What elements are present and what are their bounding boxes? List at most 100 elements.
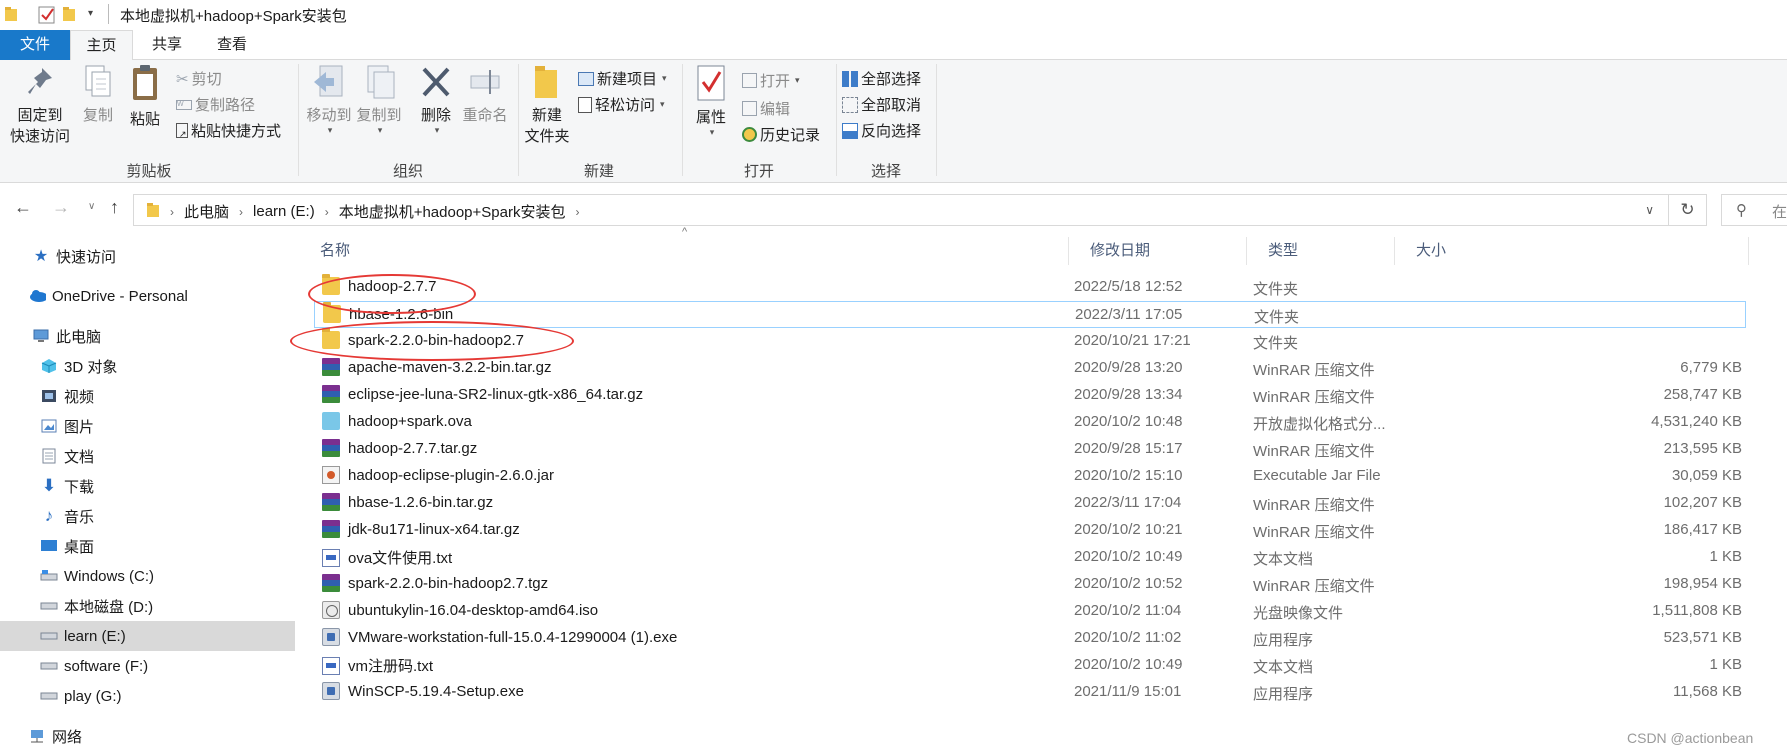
breadcrumb-chevron-icon[interactable]: ›	[575, 205, 579, 219]
file-size: 523,571 KB	[1663, 629, 1742, 646]
winrar-icon	[322, 520, 340, 538]
chevron-down-icon: ▾	[709, 127, 715, 137]
file-row[interactable]: apache-maven-3.2.2-bin.tar.gz 2020/9/28 1…	[314, 355, 1746, 382]
invert-selection-icon	[842, 122, 858, 139]
copy-path-button[interactable]: W 复制路径	[176, 94, 255, 115]
column-separator[interactable]	[1748, 237, 1749, 265]
up-arrow-icon[interactable]: ↑	[110, 197, 119, 218]
select-none-label: 全部取消	[861, 97, 922, 114]
file-row[interactable]: hadoop-2.7.7 2022/5/18 12:52 文件夹	[314, 274, 1746, 301]
nav-documents[interactable]: 文档	[0, 441, 295, 471]
cube-icon	[40, 357, 58, 375]
recent-locations-chevron-icon[interactable]: ∨	[88, 201, 95, 212]
file-row[interactable]: spark-2.2.0-bin-hadoop2.7 2020/10/21 17:2…	[314, 328, 1746, 355]
column-header-name[interactable]: 名称	[298, 231, 1068, 271]
breadcrumb-chevron-icon[interactable]: ›	[239, 205, 243, 219]
refresh-icon[interactable]: ↻	[1669, 194, 1707, 226]
file-row[interactable]: hbase-1.2.6-bin 2022/3/11 17:05 文件夹	[314, 301, 1746, 328]
paste-shortcut-button[interactable]: ↗ 粘贴快捷方式	[176, 120, 281, 141]
select-all-button[interactable]: 全部选择	[842, 68, 921, 89]
back-arrow-icon[interactable]: ←	[14, 197, 32, 218]
file-row[interactable]: vm注册码.txt 2020/10/2 10:49 文本文档 1 KB	[314, 652, 1746, 679]
file-row[interactable]: VMware-workstation-full-15.0.4-12990004 …	[314, 625, 1746, 652]
nav-videos[interactable]: 视频	[0, 381, 295, 411]
file-row[interactable]: hadoop-2.7.7.tar.gz 2020/9/28 15:17 WinRAR…	[314, 436, 1746, 463]
nav-3d-objects[interactable]: 3D 对象	[0, 351, 295, 381]
nav-drive-g[interactable]: play (G:)	[0, 681, 295, 711]
file-name-cell: ubuntukylin-16.04-desktop-amd64.iso	[322, 601, 598, 619]
nav-this-pc[interactable]: 此电脑	[0, 321, 295, 351]
file-row[interactable]: jdk-8u171-linux-x64.tar.gz 2020/10/2 10:2…	[314, 517, 1746, 544]
nav-drive-d[interactable]: 本地磁盘 (D:)	[0, 591, 295, 621]
file-row[interactable]: WinSCP-5.19.4-Setup.exe 2021/11/9 15:01 应用…	[314, 679, 1746, 706]
open-icon	[742, 73, 757, 88]
copy-to-icon	[367, 65, 395, 99]
nav-drive-c[interactable]: Windows (C:)	[0, 561, 295, 591]
file-date: 2020/10/2 15:10	[1074, 467, 1183, 484]
properties-quick-icon[interactable]	[38, 6, 56, 28]
column-header-type[interactable]: 类型	[1246, 231, 1394, 271]
breadcrumb-this-pc[interactable]: 此电脑	[184, 201, 229, 222]
breadcrumb-chevron-icon[interactable]: ›	[325, 205, 329, 219]
open-button[interactable]: 打开 ▾	[742, 70, 800, 91]
column-header-date[interactable]: 修改日期	[1068, 231, 1246, 271]
delete-button[interactable]: 删除 ▾	[416, 64, 456, 136]
paste-button[interactable]: 粘贴	[124, 64, 166, 129]
nav-label: 此电脑	[56, 328, 102, 346]
rename-button[interactable]: 重命名	[460, 64, 510, 125]
file-date: 2022/5/18 12:52	[1074, 278, 1183, 295]
move-to-button[interactable]: 移动到 ▾	[304, 64, 354, 136]
file-row[interactable]: hadoop+spark.ova 2020/10/2 10:48 开放虚拟化格式分.…	[314, 409, 1746, 436]
copy-button[interactable]: 复制	[78, 64, 118, 125]
column-header-size[interactable]: 大小	[1394, 231, 1704, 271]
search-box[interactable]: ⚲ 在	[1721, 194, 1787, 226]
navigation-pane: ★ 快速访问 OneDrive - Personal 此电脑 3D 对象 视频 …	[0, 231, 295, 755]
pin-to-quick-access-button[interactable]: 固定到 快速访问	[6, 64, 74, 146]
new-folder-quick-icon[interactable]	[62, 6, 76, 26]
nav-drive-f[interactable]: software (F:)	[0, 651, 295, 681]
tab-share[interactable]: 共享	[137, 30, 197, 60]
address-dropdown-chevron-icon[interactable]: ∨	[1645, 203, 1654, 217]
edit-button[interactable]: 编辑	[742, 98, 790, 119]
cut-button[interactable]: ✂ 剪切	[176, 68, 222, 89]
history-button[interactable]: 历史记录	[742, 124, 820, 145]
file-row[interactable]: hbase-1.2.6-bin.tar.gz 2022/3/11 17:04 Win…	[314, 490, 1746, 517]
file-name-cell: apache-maven-3.2.2-bin.tar.gz	[322, 358, 551, 376]
nav-downloads[interactable]: ⬇ 下载	[0, 471, 295, 501]
pin-label-line1: 固定到	[17, 107, 63, 124]
customize-quick-access-icon[interactable]: ▾	[88, 8, 93, 19]
tab-home[interactable]: 主页	[70, 30, 133, 61]
file-row[interactable]: ubuntukylin-16.04-desktop-amd64.iso 2020/…	[314, 598, 1746, 625]
winrar-icon	[322, 574, 340, 592]
file-row[interactable]: ova文件使用.txt 2020/10/2 10:49 文本文档 1 KB	[314, 544, 1746, 571]
nav-label: 文档	[64, 448, 95, 466]
forward-arrow-icon[interactable]: →	[52, 197, 70, 218]
nav-network[interactable]: 网络	[0, 721, 295, 751]
ribbon: 固定到 快速访问 复制 粘贴 ✂ 剪切 W 复制路径 ↗ 粘贴快捷方式 剪贴板	[0, 60, 1787, 183]
easy-access-button[interactable]: 轻松访问 ▾	[578, 94, 665, 115]
file-row[interactable]: spark-2.2.0-bin-hadoop2.7.tgz 2020/10/2 1…	[314, 571, 1746, 598]
nav-quick-access[interactable]: ★ 快速访问	[0, 241, 295, 271]
file-row[interactable]: hadoop-eclipse-plugin-2.6.0.jar 2020/10/2…	[314, 463, 1746, 490]
winrar-icon	[322, 439, 340, 457]
nav-music[interactable]: ♪ 音乐	[0, 501, 295, 531]
breadcrumb-current-folder[interactable]: 本地虚拟机+hadoop+Spark安装包	[339, 201, 566, 222]
select-none-button[interactable]: 全部取消	[842, 94, 921, 115]
new-item-button[interactable]: 新建项目 ▾	[578, 68, 667, 89]
breadcrumb-chevron-icon[interactable]: ›	[170, 205, 174, 219]
tab-file[interactable]: 文件	[0, 30, 70, 60]
invert-selection-button[interactable]: 反向选择	[842, 120, 921, 141]
tab-view[interactable]: 查看	[202, 30, 262, 60]
properties-button[interactable]: 属性 ▾	[688, 64, 734, 138]
breadcrumb-drive[interactable]: learn (E:)	[253, 203, 315, 220]
file-type: WinRAR 压缩文件	[1253, 443, 1375, 460]
new-folder-button[interactable]: 新建 文件夹	[522, 64, 572, 146]
nav-pictures[interactable]: 图片	[0, 411, 295, 441]
nav-onedrive[interactable]: OneDrive - Personal	[0, 281, 295, 311]
copy-to-button[interactable]: 复制到 ▾	[354, 64, 404, 136]
file-row[interactable]: eclipse-jee-luna-SR2-linux-gtk-x86_64.ta…	[314, 382, 1746, 409]
nav-desktop[interactable]: 桌面	[0, 531, 295, 561]
nav-drive-e-selected[interactable]: learn (E:)	[0, 621, 295, 651]
file-type: WinRAR 压缩文件	[1253, 497, 1375, 514]
address-bar[interactable]: › 此电脑 › learn (E:) › 本地虚拟机+hadoop+Spark安…	[133, 194, 1669, 226]
